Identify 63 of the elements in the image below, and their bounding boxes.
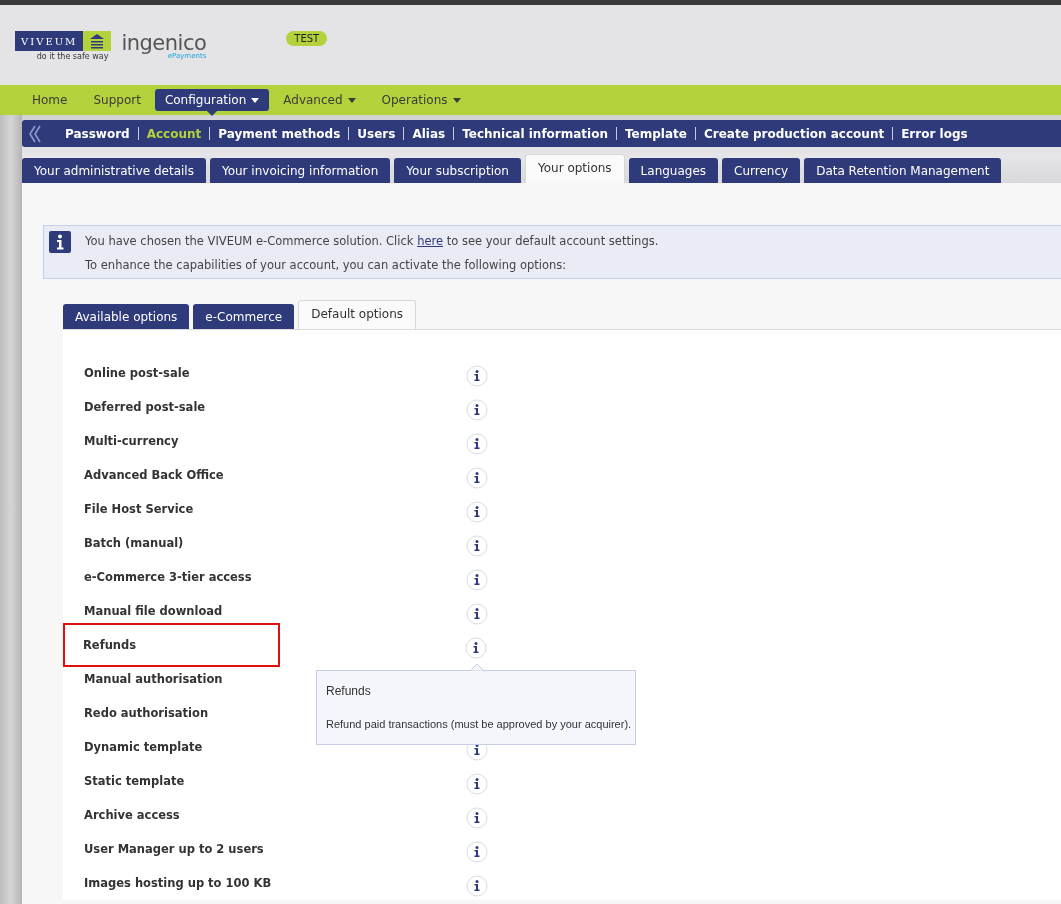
tab[interactable]: e-Commerce — [193, 304, 295, 329]
brand-logo: VIVEUM — [15, 31, 112, 51]
option-label: File Host Service — [84, 501, 195, 518]
option-label: Multi-currency — [84, 433, 180, 450]
partner-logo: ingenico — [121, 31, 207, 55]
option-label: Deferred post-sale — [84, 399, 207, 416]
sub-nav-link[interactable]: Template — [625, 126, 687, 141]
option-label: Manual file download — [84, 603, 224, 620]
tab[interactable]: Your invoicing information — [209, 158, 391, 183]
sub-nav-link[interactable]: Users — [357, 126, 396, 141]
option-label: Redo authorisation — [84, 705, 210, 722]
info-icon[interactable] — [466, 399, 488, 421]
link[interactable]: here — [417, 234, 444, 248]
tab[interactable]: Your options — [524, 154, 625, 183]
option-label: User Manager up to 2 users — [84, 841, 265, 858]
nav-menu-item[interactable]: Operations — [369, 89, 473, 111]
info-icon[interactable] — [466, 773, 488, 795]
tab[interactable]: Default options — [298, 300, 417, 329]
option-label: Advanced Back Office — [84, 467, 225, 484]
info-message: You have chosen the VIVEUM e-Commerce solution. Click here to see your default account settings. — [85, 234, 659, 248]
option-label: Batch (manual) — [84, 535, 185, 552]
nav-menu-item[interactable]: Support — [81, 89, 153, 111]
info-icon[interactable] — [466, 501, 488, 523]
tab[interactable]: Currency — [722, 158, 801, 183]
tab[interactable]: Your subscription — [394, 158, 521, 183]
info-icon[interactable] — [466, 365, 488, 387]
info-icon[interactable] — [466, 535, 488, 557]
nav-menu-item[interactable]: Home — [20, 89, 80, 111]
option-label: Refunds — [65, 625, 278, 665]
info-icon[interactable] — [466, 875, 488, 897]
option-label: Static template — [84, 773, 186, 790]
bank-icon — [83, 31, 112, 51]
info-icon — [49, 231, 71, 253]
tooltip-title: Refunds — [326, 684, 372, 698]
info-icon[interactable] — [466, 467, 488, 489]
tab[interactable]: Your administrative details — [22, 158, 206, 183]
info-icon[interactable] — [466, 841, 488, 863]
option-label: Manual authorisation — [84, 671, 224, 688]
sub-nav-link[interactable]: Account — [146, 126, 202, 141]
tab[interactable]: Available options — [63, 304, 190, 329]
environment-badge: TEST — [286, 31, 328, 46]
double-chevron-icon[interactable] — [28, 123, 42, 144]
sub-nav-link[interactable]: Password — [65, 126, 130, 141]
info-icon[interactable] — [465, 637, 487, 659]
nav-menu-item[interactable]: Advanced — [271, 89, 368, 111]
info-icon[interactable] — [466, 433, 488, 455]
info-icon[interactable] — [466, 807, 488, 829]
option-label: Online post-sale — [84, 365, 191, 382]
info-icon[interactable] — [466, 603, 488, 625]
sub-nav-link[interactable]: Payment methods — [218, 126, 341, 141]
option-label: Dynamic template — [84, 739, 204, 756]
option-label: Archive access — [84, 807, 181, 824]
sub-nav-link[interactable]: Error logs — [901, 126, 968, 141]
option-label: Images hosting up to 100 KB — [84, 875, 273, 892]
sub-nav-link[interactable]: Technical information — [462, 126, 608, 141]
brand-tagline: do it the safe way — [36, 52, 109, 61]
sub-nav-link[interactable]: Create production account — [703, 126, 885, 141]
sub-nav-link[interactable]: Alias — [412, 126, 446, 141]
info-icon[interactable] — [466, 569, 488, 591]
option-label: e-Commerce 3-tier access — [84, 569, 253, 586]
info-message: To enhance the capabilities of your account, you can activate the following options: — [85, 258, 568, 272]
tab[interactable]: Languages — [628, 158, 719, 183]
tab[interactable]: Data Retention Management — [804, 158, 1002, 183]
